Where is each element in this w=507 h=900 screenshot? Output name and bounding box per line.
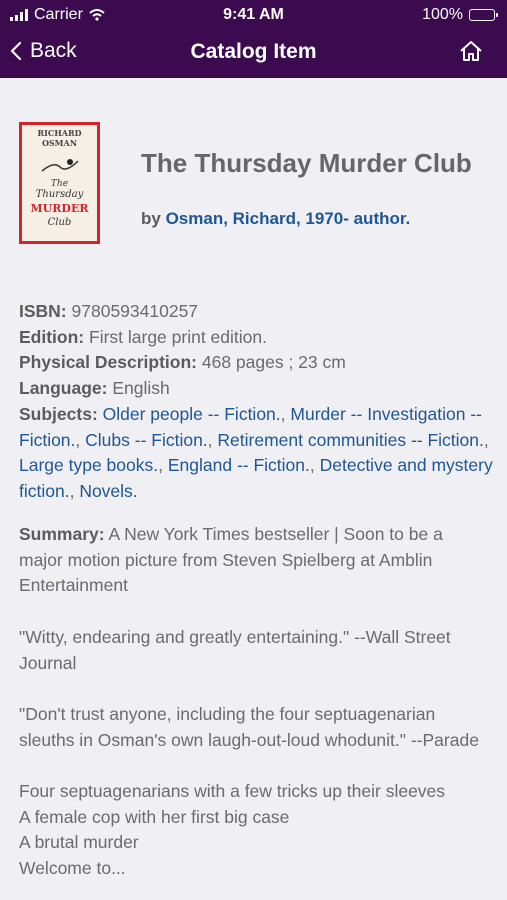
- summary-label: Summary:: [19, 524, 105, 544]
- subjects-row: Subjects: Older people -- Fiction., Murd…: [19, 403, 493, 501]
- cover-title-murder: MURDER: [30, 202, 89, 215]
- language-row: Language: English: [19, 376, 494, 402]
- summary-line: A female cop with her first big case: [19, 806, 290, 827]
- subject-link[interactable]: Older people -- Fiction.: [103, 404, 281, 424]
- cover-author-2: OSMAN: [41, 138, 78, 148]
- top-bar: Carrier 9:41 AM 100% Back Catalog Item: [0, 0, 507, 78]
- physical-value: 468 pages ; 23 cm: [201, 352, 346, 373]
- physical-label: Physical Description:: [19, 352, 197, 373]
- language-label: Language:: [19, 378, 108, 399]
- isbn-value: 9780593410257: [71, 301, 199, 321]
- details-section: ISBN: 9780593410257 Edition: First large…: [19, 299, 494, 505]
- edition-value: First large print edition.: [89, 326, 267, 347]
- page-title: Catalog Item: [190, 40, 317, 63]
- by-prefix: by: [141, 209, 161, 228]
- cover-illustration: [41, 159, 79, 172]
- summary-paragraph-3: "Don't trust anyone, including the four …: [19, 703, 479, 750]
- summary-paragraph-2: "Witty, endearing and greatly entertaini…: [19, 626, 451, 673]
- subjects-label: Subjects:: [19, 403, 98, 424]
- byline: by Osman, Richard, 1970- author.: [141, 209, 410, 229]
- nav-bar: Back Catalog Item: [0, 30, 507, 78]
- book-title: The Thursday Murder Club: [141, 148, 472, 178]
- cover-author-1: RICHARD: [37, 128, 82, 138]
- subject-link[interactable]: Novels.: [79, 481, 137, 501]
- status-right: 100%: [422, 6, 498, 24]
- summary-paragraph-1: Summary: A New York Times bestseller | S…: [19, 522, 489, 599]
- subject-link[interactable]: Large type books.: [19, 455, 158, 475]
- subject-link[interactable]: Clubs -- Fiction.: [85, 430, 208, 450]
- edition-label: Edition:: [19, 326, 85, 347]
- isbn-label: ISBN:: [19, 301, 67, 321]
- summary-line: Welcome to...: [19, 858, 126, 879]
- cover-title-the: The: [50, 179, 69, 189]
- isbn-row: ISBN: 9780593410257: [19, 299, 494, 325]
- summary-section: Summary: A New York Times bestseller | S…: [19, 522, 489, 882]
- edition-row: Edition: First large print edition.: [19, 325, 494, 351]
- subject-link[interactable]: Retirement communities -- Fiction.: [217, 430, 483, 450]
- subject-link[interactable]: England -- Fiction.: [168, 455, 310, 475]
- battery-icon: [469, 9, 498, 21]
- cover-title-thursday: Thursday: [35, 189, 84, 200]
- summary-paragraph-4: Four septuagenarians with a few tricks u…: [19, 779, 489, 882]
- summary-line: Four septuagenarians with a few tricks u…: [19, 780, 446, 801]
- home-button[interactable]: [459, 40, 483, 67]
- cover-title-club: Club: [47, 217, 72, 228]
- book-cover: RICHARD OSMAN The Thursday MURDER Club: [19, 122, 100, 244]
- summary-line: A brutal murder: [19, 832, 139, 853]
- home-icon: [460, 41, 482, 61]
- physical-row: Physical Description: 468 pages ; 23 cm: [19, 350, 494, 376]
- author-link[interactable]: Osman, Richard, 1970- author.: [166, 209, 411, 228]
- language-value: English: [112, 378, 170, 399]
- content-area[interactable]: RICHARD OSMAN The Thursday MURDER Club T…: [0, 78, 507, 900]
- status-bar: Carrier 9:41 AM 100%: [0, 0, 507, 30]
- battery-percent: 100%: [422, 6, 463, 23]
